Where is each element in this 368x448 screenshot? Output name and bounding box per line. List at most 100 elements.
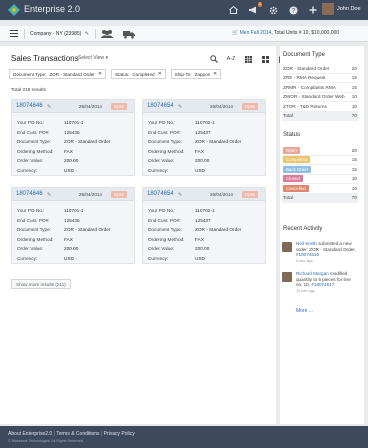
field-value: USD [64,255,74,261]
field-value: 125437 [195,217,211,223]
order-card-header: 18074646 ✎ 25/04/2014 Open [12,100,134,113]
field-value: ZOR - Standard Order [64,227,111,232]
close-icon[interactable]: ✕ [213,71,217,77]
field-value: 200.00 [64,246,79,251]
pencil-icon[interactable]: ✎ [178,192,182,198]
field-label: Your PO No.: [17,120,45,125]
doc-type-label: ZWOR - Standard Order Web [283,94,345,100]
field-label: End Cust. PO#: [148,129,181,135]
order-card[interactable]: 18074646 ✎ 25/04/2014 Open Your PO No.: 11070… [11,187,135,264]
logo-icon [8,4,20,16]
doc-type-count: 10 [351,103,357,109]
doc-type-row[interactable]: ZWOR - Standard Order Web 10 [282,93,358,102]
filter-chip-document-type[interactable]: Document Type: ZOR - Standard Order ✕ [9,69,107,79]
grid-view-icon[interactable] [242,55,254,63]
status-count: 20 [351,147,357,153]
field-value: 200.00 [195,158,210,163]
cart-summary[interactable]: 🛒 Men Fall 2014, Total Units # 10, $10,0… [232,30,339,36]
plus-icon[interactable] [306,4,320,16]
order-number-link[interactable]: 18074646 [16,191,43,197]
company-label: Company - NY (23985) [30,31,82,37]
activity-order-link[interactable]: #18074617 [311,282,334,287]
filter-chip-status[interactable]: Status: Completed ✕ [111,69,166,79]
more-activity-link[interactable]: More ... [296,308,313,314]
search-icon[interactable] [208,55,220,63]
field-label: Ordering Method: [17,148,54,154]
status-count: 10 [351,176,357,182]
footer-link-privacy[interactable]: Privacy Policy [104,431,135,437]
menu-icon[interactable] [10,30,18,37]
gear-icon[interactable] [266,4,280,16]
filter-value: Completed [132,71,155,77]
help-icon[interactable]: ? [286,4,300,16]
field-label: Order Value: [148,246,175,251]
group-icon[interactable] [100,29,114,39]
close-icon[interactable]: ✕ [158,71,162,77]
doc-type-row[interactable]: ZTOR - T&D Returns 10 [282,102,358,112]
footer-link-about[interactable]: About Enterprise2.0 [8,431,52,437]
status-row[interactable]: Cancelled 10 [282,184,358,194]
field-value: USD [195,167,205,173]
status-row[interactable]: Closed 10 [282,175,358,184]
company-selector[interactable]: Company - NY (23985) ✎ [30,31,89,37]
field-value: 110701-1 [64,208,84,213]
doc-type-row[interactable]: ZRE - RMA Request 15 [282,74,358,83]
filter-chip-ship-to[interactable]: Ship-To: Zappos ✕ [170,69,222,79]
activity-order-link[interactable]: #18074616 [296,252,319,257]
context-toolbar: Company - NY (23985) ✎ 🛒 Men Fall 2014, … [0,26,368,42]
order-number-link[interactable]: 18074646 [16,103,43,109]
field-value: FAX [64,148,73,154]
status-row[interactable]: Open 20 [282,146,358,156]
select-view-dropdown[interactable]: Select View ▾ [78,55,108,61]
cart-link[interactable]: Men Fall 2014 [240,30,272,36]
activity-user-link[interactable]: Richard Morgan [296,271,329,276]
field-value: USD [195,255,205,261]
doc-type-title: Document Type [283,52,325,58]
order-number-link[interactable]: 18074654 [147,103,174,109]
order-card[interactable]: 18074654 ✎ 26/04/2014 Open Your PO No.: 11070… [142,187,266,264]
doc-type-label: ZRMR - Complaints RMA [283,84,336,90]
close-icon[interactable]: ✕ [98,71,102,77]
order-card[interactable]: 18074654 ✎ 26/04/2014 Open Your PO No.: 11070… [142,99,266,176]
user-menu[interactable]: John Doe [322,3,361,15]
order-date: 25/04/2014 [79,192,102,197]
order-card[interactable]: 18074646 ✎ 25/04/2014 Open Your PO No.: 11070… [11,99,135,176]
list-view-icon[interactable] [259,55,271,63]
top-bar: Enterprise 2.0 1 ? John Doe [0,0,368,20]
status-row[interactable]: Completed 15 [282,156,358,165]
total-label: Total [283,195,293,201]
pencil-icon[interactable]: ✎ [47,104,51,110]
field-value: FAX [195,148,204,154]
doc-type-label: ZRE - RMA Request [283,75,326,81]
filter-label: Ship-To: [174,71,192,77]
right-panel: Document Type ZOR - Standard Order 20 ZRE … [280,46,364,424]
filter-value: ZOR - Standard Order [49,71,95,77]
main-panel: Sales Transactions Select View ▾ A-Z Doc… [0,46,286,424]
footer-link-terms[interactable]: Terms & Conditions [56,431,99,437]
status-row[interactable]: Back Order 15 [282,165,358,175]
order-number-link[interactable]: 18074654 [147,191,174,197]
activity-item: Neil Smith submitted a new order: ZOR - … [282,240,360,270]
field-label: Document Type: [17,227,52,232]
avatar [282,272,292,282]
show-more-button[interactable]: Show more results (211) [11,279,71,289]
pencil-icon[interactable]: ✎ [85,31,89,37]
doc-type-label: ZOR - Standard Order [283,65,330,71]
doc-type-row[interactable]: ZRMR - Complaints RMA 15 [282,83,358,93]
status-badge: Open [111,103,128,110]
app-brand: Enterprise 2.0 [24,4,81,14]
megaphone-icon[interactable]: 1 [246,2,262,16]
home-icon[interactable] [226,4,240,16]
status-badge: Open [242,103,259,110]
shipping-icon[interactable] [122,29,136,39]
sort-az-icon[interactable]: A-Z [225,55,237,63]
field-label: Order Value: [148,158,175,163]
field-value: FAX [64,236,73,242]
doc-type-count: 20 [351,65,357,71]
pencil-icon[interactable]: ✎ [178,104,182,110]
doc-type-count: 15 [351,84,357,90]
filter-chips: Document Type: ZOR - Standard Order ✕ St… [9,69,222,79]
activity-user-link[interactable]: Neil Smith [296,241,317,246]
doc-type-row[interactable]: ZOR - Standard Order 20 [282,64,358,74]
pencil-icon[interactable]: ✎ [47,192,51,198]
